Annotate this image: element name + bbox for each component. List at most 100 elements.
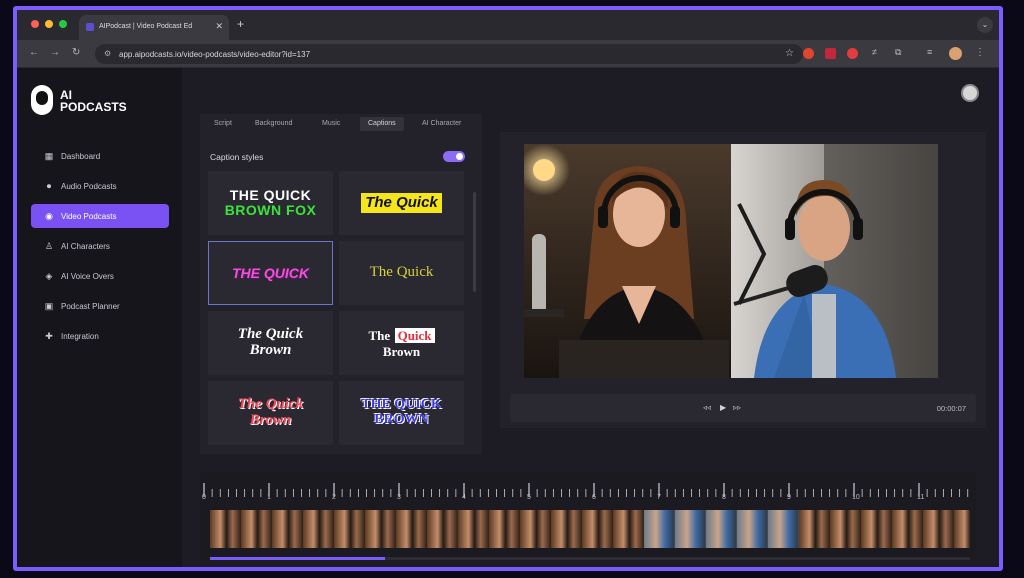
caption-preview: THE QUICK bbox=[209, 242, 332, 304]
rewind-icon[interactable]: ◃◃ bbox=[703, 403, 711, 412]
maximize-window-button[interactable] bbox=[59, 20, 67, 28]
caption-style-7[interactable]: The Quick Brown bbox=[208, 381, 333, 445]
browser-menu-icon[interactable]: ⋮ bbox=[975, 47, 985, 58]
tab-title: AIPodcast | Video Podcast Ed bbox=[99, 23, 193, 30]
sidebar-item-integration[interactable]: ✚ Integration bbox=[31, 324, 169, 348]
caption-style-2[interactable]: The Quick bbox=[339, 171, 464, 235]
caption-style-3[interactable]: THE QUICK bbox=[208, 241, 333, 305]
extension-icon-2[interactable] bbox=[825, 48, 836, 59]
forward-arrow-icon[interactable]: → bbox=[50, 47, 60, 58]
video-preview[interactable] bbox=[524, 144, 938, 378]
site-info-icon[interactable]: ⚙ bbox=[104, 49, 111, 58]
timeline-frame-thumbnail bbox=[861, 510, 892, 548]
tab-background[interactable]: Background bbox=[255, 120, 292, 127]
ruler-label: 5 bbox=[527, 494, 531, 501]
caption-preview: The Quick bbox=[340, 242, 463, 304]
tab-script[interactable]: Script bbox=[214, 120, 232, 127]
timeline-frame-thumbnail bbox=[923, 510, 954, 548]
timeline-frame-thumbnail bbox=[520, 510, 551, 548]
tab-search-chevron-icon[interactable]: ⌄ bbox=[977, 17, 993, 33]
extension-icon-3[interactable] bbox=[847, 48, 858, 59]
timeline-frame-thumbnail bbox=[303, 510, 334, 548]
reload-icon[interactable]: ↻ bbox=[72, 47, 80, 58]
brand-name: AI PODCASTS bbox=[60, 89, 127, 113]
bookmark-star-icon[interactable]: ☆ bbox=[785, 48, 794, 59]
caption-preview: THE QUICK BROWN bbox=[340, 382, 463, 444]
new-tab-button[interactable]: + bbox=[237, 17, 244, 31]
browser-tab[interactable]: AIPodcast | Video Podcast Ed ✕ bbox=[79, 15, 229, 40]
timeline-frame-thumbnail bbox=[644, 510, 675, 548]
timeline-frame-thumbnail bbox=[396, 510, 427, 548]
ruler-label: 2 bbox=[332, 494, 336, 501]
close-window-button[interactable] bbox=[31, 20, 39, 28]
caption-line: Brown bbox=[382, 343, 421, 359]
tab-captions[interactable]: Captions bbox=[360, 117, 404, 131]
timeline-video-strip[interactable] bbox=[210, 510, 970, 548]
extensions-puzzle-icon[interactable]: ⧉ bbox=[895, 47, 901, 58]
caption-style-1[interactable]: THE QUICK BROWN FOX bbox=[208, 171, 333, 235]
sidebar-item-podcast-planner[interactable]: ▣ Podcast Planner bbox=[31, 294, 169, 318]
caption-preview: The Quick Brown bbox=[209, 312, 332, 374]
address-bar[interactable]: ⚙ app.aipodcasts.io/video-podcasts/video… bbox=[95, 44, 803, 64]
sidebar-item-video-podcasts[interactable]: ◉ Video Podcasts bbox=[31, 204, 169, 228]
ruler-label: 1 bbox=[267, 494, 271, 501]
tab-close-icon[interactable]: ✕ bbox=[215, 21, 223, 32]
timeline-frame-thumbnail bbox=[241, 510, 272, 548]
player-controls: ◃◃ ▶ ▹▹ 00:00:07 bbox=[510, 394, 976, 422]
podcast-logo-icon bbox=[31, 85, 53, 115]
app-root: AI PODCASTS ▦ Dashboard ⏺ Audio Podcasts… bbox=[17, 68, 999, 567]
caption-line: Brown bbox=[249, 412, 292, 428]
timeline-frame-thumbnail bbox=[706, 510, 737, 548]
player-timecode: 00:00:07 bbox=[936, 404, 966, 413]
media-controls-icon[interactable]: ≡ bbox=[927, 47, 932, 57]
ruler-label: 3 bbox=[397, 494, 401, 501]
user-avatar[interactable] bbox=[961, 84, 979, 102]
puzzle-icon: ✚ bbox=[45, 331, 53, 341]
grid-icon: ▦ bbox=[44, 151, 54, 161]
extension-icon-1[interactable] bbox=[803, 48, 814, 59]
tab-ai-character[interactable]: AI Character bbox=[422, 120, 461, 127]
ruler-label: 9 bbox=[787, 494, 791, 501]
sidebar-item-label: Audio Podcasts bbox=[61, 182, 117, 191]
sidebar-item-label: Podcast Planner bbox=[61, 302, 120, 311]
ruler-label: 7 bbox=[657, 494, 661, 501]
extension-icon-4[interactable]: ≠ bbox=[872, 47, 877, 57]
caption-styles-scrollbar[interactable] bbox=[473, 192, 476, 292]
brand-line-2: PODCASTS bbox=[60, 100, 127, 114]
editor-panel: Script Background Music Captions AI Char… bbox=[200, 114, 482, 454]
caption-style-5[interactable]: The Quick Brown bbox=[208, 311, 333, 375]
caption-style-8[interactable]: THE QUICK BROWN bbox=[339, 381, 464, 445]
url-text: app.aipodcasts.io/video-podcasts/video-e… bbox=[119, 50, 311, 59]
timeline-frame-thumbnail bbox=[334, 510, 365, 548]
sidebar-item-ai-characters[interactable]: ♙ AI Characters bbox=[31, 234, 169, 258]
timeline-progress-fill bbox=[210, 557, 385, 560]
caption-line: BROWN bbox=[374, 412, 429, 427]
editor-tabs: Script Background Music Captions AI Char… bbox=[200, 114, 482, 134]
ruler-label: 10 bbox=[852, 494, 860, 501]
ruler-label: 8 bbox=[722, 494, 726, 501]
caption-style-6[interactable]: The Quick Brown bbox=[339, 311, 464, 375]
broadcast-icon: ◉ bbox=[45, 211, 53, 221]
captions-toggle[interactable] bbox=[443, 151, 465, 162]
back-arrow-icon[interactable]: ← bbox=[29, 47, 39, 58]
timeline-frame-thumbnail bbox=[458, 510, 489, 548]
caption-line: The Quick bbox=[369, 264, 434, 281]
caption-style-4[interactable]: The Quick bbox=[339, 241, 464, 305]
caption-preview: THE QUICK BROWN FOX bbox=[209, 172, 332, 234]
voice-icon: ◈ bbox=[45, 271, 53, 281]
sidebar-item-audio-podcasts[interactable]: ⏺ Audio Podcasts bbox=[31, 174, 169, 198]
fast-forward-icon[interactable]: ▹▹ bbox=[733, 403, 741, 412]
browser-window: AIPodcast | Video Podcast Ed ✕ + ⌄ ← → ↻… bbox=[13, 6, 1003, 571]
tab-music[interactable]: Music bbox=[322, 120, 340, 127]
timeline-progress[interactable] bbox=[210, 557, 970, 560]
main-content: Script Background Music Captions AI Char… bbox=[182, 68, 999, 567]
profile-avatar-icon[interactable] bbox=[949, 47, 962, 60]
play-icon[interactable]: ▶ bbox=[720, 403, 726, 412]
timeline-frame-thumbnail bbox=[272, 510, 303, 548]
minimize-window-button[interactable] bbox=[45, 20, 53, 28]
timeline-frame-thumbnail bbox=[427, 510, 458, 548]
character-icon: ♙ bbox=[44, 241, 54, 251]
sidebar-item-ai-voice-overs[interactable]: ◈ AI Voice Overs bbox=[31, 264, 169, 288]
caption-word: Quick bbox=[394, 327, 435, 343]
sidebar-item-dashboard[interactable]: ▦ Dashboard bbox=[31, 144, 169, 168]
